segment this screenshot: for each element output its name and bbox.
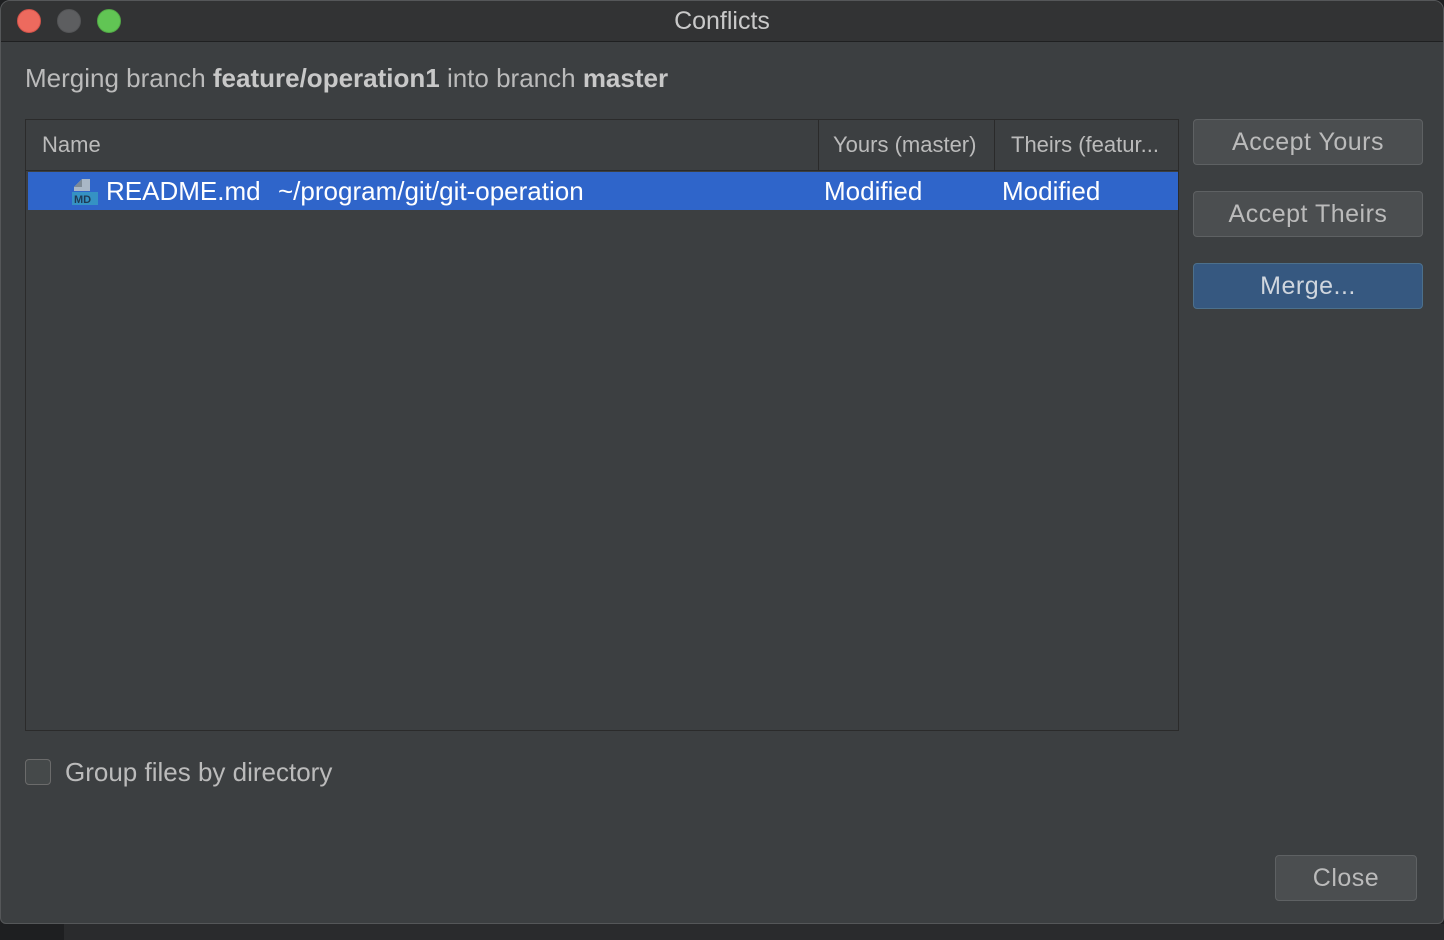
accept-yours-button[interactable]: Accept Yours — [1193, 119, 1423, 165]
group-by-directory-label[interactable]: Group files by directory — [65, 757, 332, 788]
theirs-status: Modified — [1002, 176, 1101, 206]
table-header: Name Yours (master) Theirs (featur... — [26, 120, 1178, 171]
group-by-directory-checkbox[interactable] — [25, 759, 51, 785]
markdown-file-icon: MD — [72, 179, 98, 206]
column-header-theirs[interactable]: Theirs (featur... — [994, 120, 1178, 170]
merge-prefix: Merging branch — [25, 63, 213, 93]
file-name: README.md — [106, 176, 261, 206]
source-branch: feature/operation1 — [212, 63, 440, 93]
table-row[interactable]: MD README.md ~/program/git/git-operation… — [28, 172, 1178, 210]
close-button[interactable]: Close — [1275, 855, 1417, 901]
conflicts-dialog: Conflicts Merging branch feature/operati… — [0, 0, 1444, 924]
accept-theirs-button[interactable]: Accept Theirs — [1193, 191, 1423, 237]
title-bar: Conflicts — [1, 1, 1443, 42]
merge-description: Merging branch feature/operation1 into b… — [25, 63, 668, 94]
file-path: ~/program/git/git-operation — [278, 176, 584, 206]
background-window-edge — [64, 924, 1444, 940]
column-header-yours[interactable]: Yours (master) — [818, 120, 994, 170]
column-header-name[interactable]: Name — [42, 120, 812, 170]
target-branch: master — [582, 63, 669, 93]
conflicts-table: Name Yours (master) Theirs (featur... MD… — [25, 119, 1179, 731]
merge-button[interactable]: Merge... — [1193, 263, 1423, 309]
file-type-badge: MD — [74, 194, 91, 206]
merge-middle: into branch — [439, 63, 583, 93]
yours-status: Modified — [824, 176, 923, 206]
window-title: Conflicts — [674, 7, 770, 35]
